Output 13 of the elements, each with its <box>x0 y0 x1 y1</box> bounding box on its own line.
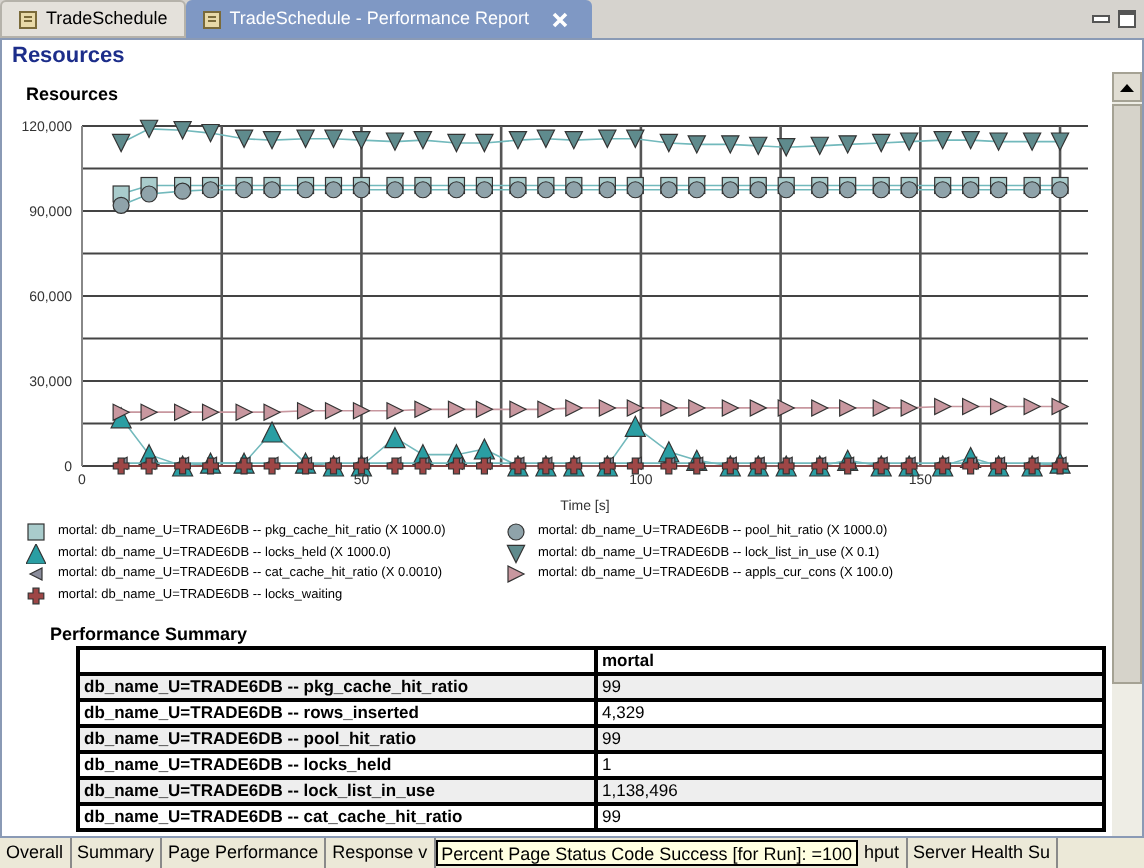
section-title: Performance Summary <box>50 622 248 646</box>
section-title: Resources <box>26 82 119 106</box>
column-header: mortal <box>596 648 1104 674</box>
table-cell: 99 <box>596 804 1104 830</box>
page-title: Resources <box>10 42 127 72</box>
page-tab[interactable]: Summary <box>71 838 163 868</box>
page-tab[interactable]: Server Health Su <box>907 838 1059 868</box>
page-tab[interactable]: hput <box>857 838 908 868</box>
table-cell: db_name_U=TRADE6DB -- cat_cache_hit_ratio <box>78 804 596 830</box>
tooltip: Percent Page Status Code Success [for Run]: =100 <box>435 840 858 866</box>
editor-tab[interactable]: TradeSchedule <box>0 0 186 38</box>
page-tab[interactable]: Overall <box>0 838 72 868</box>
page-tab[interactable]: Page Performance <box>162 838 327 868</box>
